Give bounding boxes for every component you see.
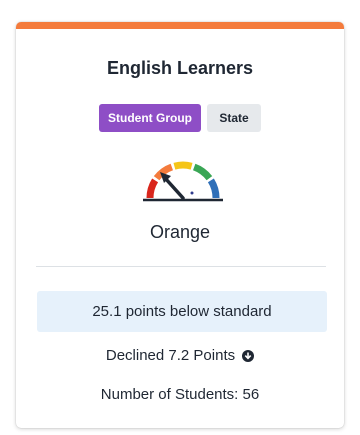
gauge-segment-blue xyxy=(207,178,220,199)
gauge-segment-green xyxy=(192,163,213,181)
card-accent-bar xyxy=(16,22,344,29)
change-text: Declined 7.2 Points xyxy=(105,347,236,364)
divider xyxy=(36,266,326,267)
performance-level-label: Orange xyxy=(149,222,211,242)
gauge-needle xyxy=(163,176,185,200)
gauge-segment-yellow xyxy=(173,161,193,170)
gauge-segment-red xyxy=(146,178,159,199)
performance-gauge-icon xyxy=(143,161,223,202)
change-summary: Declined 7.2 Points xyxy=(16,347,344,364)
performance-card: English Learners Student Group State Ora… xyxy=(16,22,344,428)
card-title: English Learners xyxy=(106,58,254,78)
gauge-center-dot xyxy=(190,191,194,195)
student-count: Number of Students: 56 xyxy=(100,386,260,403)
tag-group: Student Group State xyxy=(16,104,344,132)
tag-state: State xyxy=(207,104,261,132)
arrow-down-circle-icon xyxy=(242,349,255,362)
tag-student-group: Student Group xyxy=(99,104,201,132)
status-summary: 25.1 points below standard xyxy=(37,291,327,332)
